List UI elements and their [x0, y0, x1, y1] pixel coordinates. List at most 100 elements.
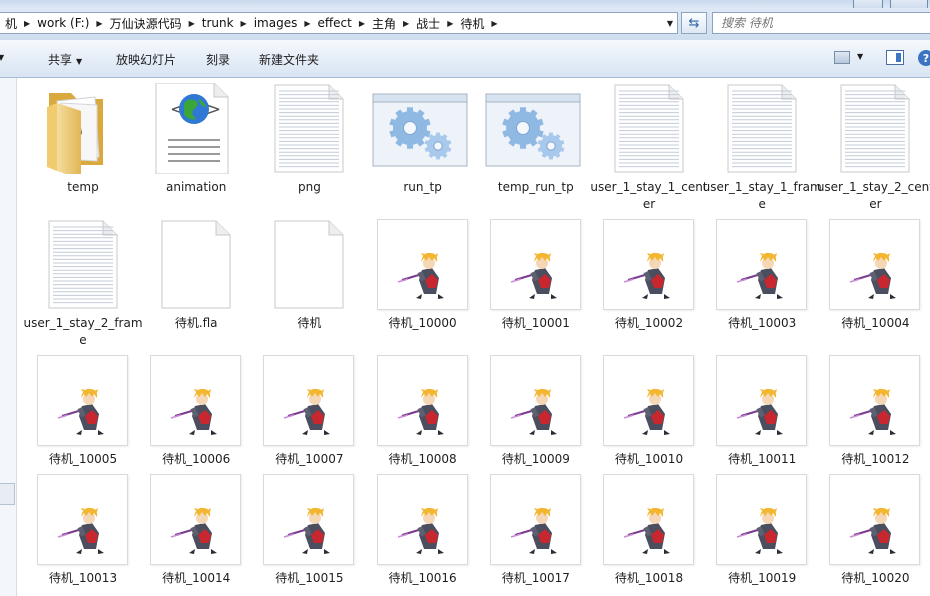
folder-icon	[37, 83, 128, 174]
file-name-label: 待机_10017	[501, 571, 570, 585]
file-item[interactable]: 待机.fla	[130, 214, 242, 344]
breadcrumb-label: 战士	[416, 16, 441, 31]
file-item[interactable]: 待机_10012	[809, 350, 921, 480]
chevron-right-icon[interactable]: ▶	[489, 19, 499, 28]
nav-pane-resize-handle[interactable]	[0, 483, 15, 505]
chevron-right-icon[interactable]: ▶	[239, 19, 249, 28]
breadcrumb-item[interactable]: 待机 ▶	[455, 15, 499, 32]
file-item[interactable]: 待机_10003	[696, 214, 808, 344]
file-name-label: 待机_10005	[48, 452, 118, 466]
image-thumbnail	[829, 219, 921, 310]
file-name-label: 待机_10010	[614, 452, 684, 466]
image-thumbnail	[603, 474, 694, 565]
file-item[interactable]: 待机_10009	[470, 350, 582, 480]
file-item[interactable]: 待机_10014	[130, 469, 242, 596]
file-item[interactable]: 待机_10006	[130, 350, 242, 480]
breadcrumb-item[interactable]: 机 ▶	[0, 15, 32, 32]
file-item[interactable]: 待机_10018	[583, 469, 695, 596]
change-view-icon[interactable]	[834, 51, 850, 64]
file-item[interactable]: 待机_10011	[696, 350, 808, 480]
command-toolbar: ▼ 共享 ▼ 放映幻灯片 刻录 新建文件夹 ▼ ?	[0, 40, 930, 78]
chevron-right-icon[interactable]: ▶	[445, 19, 455, 28]
file-item[interactable]: temp_run_tp	[470, 78, 582, 208]
image-thumbnail	[829, 474, 921, 565]
file-item[interactable]: run_tp	[357, 78, 469, 208]
breadcrumb-item[interactable]: 战士 ▶	[411, 15, 455, 32]
file-item[interactable]: 待机_10015	[243, 469, 355, 596]
file-item[interactable]: 待机_10008	[357, 350, 469, 480]
refresh-icon[interactable]: ⇆	[681, 12, 707, 34]
file-item[interactable]: 待机_10007	[243, 350, 355, 480]
file-name-label: temp	[67, 180, 99, 194]
file-name-label: user_1_stay_1_center	[590, 180, 708, 211]
image-thumbnail	[150, 474, 242, 565]
image-thumbnail	[376, 474, 468, 565]
file-item[interactable]: temp	[17, 78, 129, 208]
breadcrumb-item[interactable]: effect ▶	[313, 16, 368, 30]
file-name-label: 待机.fla	[174, 316, 218, 330]
file-name-label: run_tp	[403, 180, 442, 194]
file-item[interactable]: 待机_10004	[809, 214, 921, 344]
file-name-label: 待机_10000	[388, 316, 457, 330]
xml-file-icon: < >	[150, 83, 241, 174]
address-dropdown-icon[interactable]: ▼	[662, 12, 678, 34]
image-thumbnail	[376, 219, 468, 310]
breadcrumb-item[interactable]: work (F:) ▶	[32, 16, 104, 30]
file-item[interactable]: user_1_stay_2_center	[809, 78, 930, 211]
chevron-right-icon[interactable]: ▶	[357, 19, 367, 28]
image-thumbnail	[829, 355, 921, 446]
chevron-right-icon[interactable]: ▶	[401, 19, 411, 28]
chevron-down-icon[interactable]: ▼	[0, 53, 4, 62]
breadcrumb-item[interactable]: images ▶	[249, 16, 313, 30]
chevron-right-icon[interactable]: ▶	[22, 19, 32, 28]
breadcrumb-label: trunk	[201, 16, 234, 30]
help-icon[interactable]: ?	[918, 50, 930, 66]
image-thumbnail	[376, 355, 468, 446]
breadcrumb-label: work (F:)	[37, 16, 90, 30]
chevron-right-icon[interactable]: ▶	[94, 19, 104, 28]
breadcrumb-label: images	[253, 16, 298, 30]
slideshow-button[interactable]: 放映幻灯片	[116, 51, 176, 68]
chevron-right-icon[interactable]: ▶	[302, 19, 312, 28]
new-folder-button[interactable]: 新建文件夹	[259, 51, 319, 68]
file-item[interactable]: 待机_10016	[357, 469, 469, 596]
file-item[interactable]: 待机_10001	[470, 214, 582, 344]
preview-pane-icon[interactable]	[886, 50, 904, 65]
search-input[interactable]	[712, 12, 930, 34]
file-name-label: 待机_10001	[501, 316, 570, 330]
address-bar[interactable]: 机 ▶ work (F:) ▶ 万仙诀源代码 ▶ trunk ▶ images ▶ effect ▶ 主…	[0, 12, 678, 34]
blank-file-icon	[263, 219, 354, 310]
breadcrumb-item[interactable]: trunk ▶	[197, 16, 249, 30]
file-name-label: 待机_10013	[48, 571, 118, 585]
file-item[interactable]: 待机_10000	[357, 214, 469, 344]
file-item[interactable]: 待机_10002	[583, 214, 695, 344]
burn-button[interactable]: 刻录	[206, 51, 230, 68]
file-item[interactable]: 待机_10010	[583, 350, 695, 480]
file-item[interactable]: 待机	[243, 214, 355, 344]
view-options-chevron-icon[interactable]: ▼	[857, 52, 863, 61]
file-item[interactable]: user_1_stay_1_frame	[696, 78, 822, 211]
image-thumbnail	[37, 474, 128, 565]
file-item[interactable]: 待机_10017	[470, 469, 582, 596]
file-item[interactable]: user_1_stay_1_center	[583, 78, 708, 211]
file-item[interactable]: user_1_stay_2_frame	[17, 214, 143, 347]
window-title-strip	[0, 0, 930, 8]
navigation-pane[interactable]	[0, 78, 17, 596]
share-button[interactable]: 共享 ▼	[48, 51, 82, 68]
file-name-label: 待机_10003	[728, 316, 797, 330]
file-item[interactable]: 待机_10019	[696, 469, 808, 596]
breadcrumb-item[interactable]: 主角 ▶	[367, 15, 411, 32]
file-item[interactable]: < > animation	[130, 78, 242, 208]
file-item[interactable]: 待机_10005	[17, 350, 129, 480]
chevron-right-icon[interactable]: ▶	[187, 19, 197, 28]
file-name-label: 待机_10014	[162, 571, 231, 585]
file-item[interactable]: 待机_10020	[809, 469, 921, 596]
file-item[interactable]: png	[243, 78, 355, 208]
breadcrumb-item[interactable]: 万仙诀源代码 ▶	[105, 15, 197, 32]
image-thumbnail	[263, 474, 355, 565]
file-name-label: user_1_stay_2_center	[816, 180, 930, 211]
address-bar-row: 机 ▶ work (F:) ▶ 万仙诀源代码 ▶ trunk ▶ images ▶ effect ▶ 主…	[0, 8, 930, 40]
file-item[interactable]: 待机_10013	[17, 469, 129, 596]
file-name-label: user_1_stay_2_frame	[23, 316, 143, 347]
blank-file-icon	[150, 219, 241, 310]
